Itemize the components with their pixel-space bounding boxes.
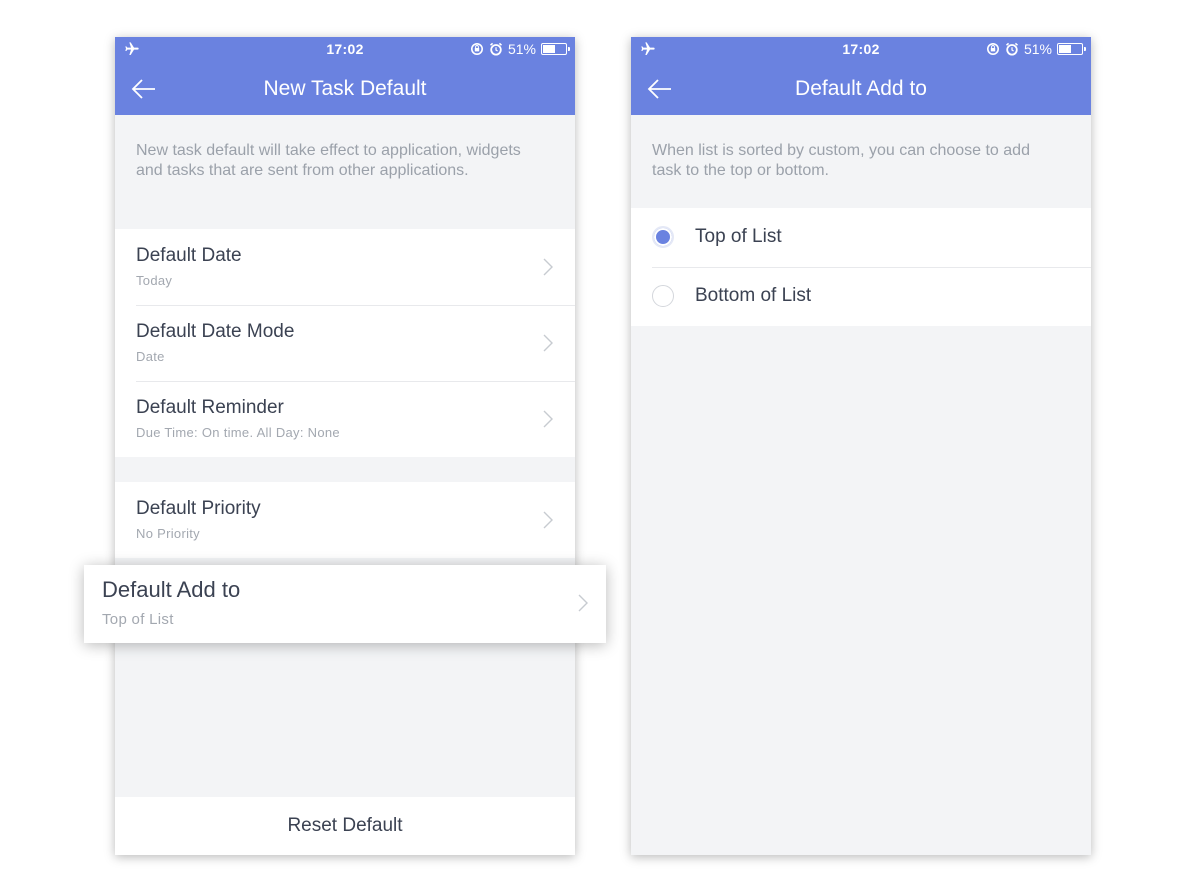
default-add-to-row[interactable]: Default Add to Top of List — [84, 565, 606, 643]
battery-fill — [543, 45, 556, 53]
row-value: No Priority — [136, 526, 200, 541]
default-add-to-screen: 17:02 51% Default Add to When list is so… — [631, 37, 1091, 855]
settings-group-2: Default Priority No Priority — [115, 482, 575, 558]
radio-button[interactable] — [652, 226, 674, 248]
row-title: Default Add to — [102, 577, 241, 602]
radio-button[interactable] — [652, 285, 674, 307]
row-title: Default Reminder — [136, 397, 284, 418]
status-right: 51% — [470, 41, 570, 57]
app-bar: 17:02 51% Default Add to — [631, 37, 1091, 115]
chevron-right-icon — [543, 334, 553, 352]
chevron-right-icon — [543, 410, 553, 428]
row-value: Today — [136, 273, 173, 288]
app-bar: 17:02 51% New Task Default — [115, 37, 575, 115]
page-title: New Task Default — [263, 77, 427, 100]
chevron-right-icon — [543, 258, 553, 276]
options-group: Top of List Bottom of List — [631, 208, 1091, 326]
rotation-lock-icon — [986, 43, 999, 55]
battery-percent: 51% — [507, 41, 536, 57]
status-bar: 17:02 51% — [631, 37, 1091, 61]
option-label: Bottom of List — [695, 285, 812, 306]
default-priority-row[interactable]: Default Priority No Priority — [115, 482, 575, 558]
default-date-mode-row[interactable]: Default Date Mode Date — [115, 305, 575, 381]
option-label: Top of List — [695, 226, 782, 247]
default-date-row[interactable]: Default Date Today — [115, 229, 575, 305]
rotation-lock-icon — [470, 43, 483, 55]
battery-percent: 51% — [1023, 41, 1052, 57]
battery-icon — [1057, 43, 1086, 55]
row-value: Due Time: On time. All Day: None — [136, 425, 340, 440]
row-value: Date — [136, 349, 165, 364]
row-title: Default Date — [136, 245, 242, 266]
default-reminder-row[interactable]: Default Reminder Due Time: On time. All … — [115, 381, 575, 457]
alarm-icon — [489, 42, 502, 56]
description-text: New task default will take effect to app… — [136, 142, 521, 179]
battery-icon — [541, 43, 570, 55]
chevron-right-icon — [578, 594, 588, 612]
new-task-default-screen: 17:02 51% New Task Default New task defa… — [115, 37, 575, 855]
page-title: Default Add to — [795, 77, 927, 100]
reset-default-button[interactable]: Reset Default — [115, 797, 575, 855]
option-top-of-list[interactable]: Top of List — [631, 208, 1091, 267]
chevron-right-icon — [543, 511, 553, 529]
description-text: When list is sorted by custom, you can c… — [652, 142, 1030, 179]
row-value: Top of List — [102, 611, 174, 628]
row-title: Default Date Mode — [136, 321, 295, 342]
row-title: Default Priority — [136, 498, 261, 519]
battery-fill — [1059, 45, 1072, 53]
status-right: 51% — [986, 41, 1086, 57]
status-bar: 17:02 51% — [115, 37, 575, 61]
settings-group: Default Date Today Default Date Mode Dat… — [115, 229, 575, 457]
option-bottom-of-list[interactable]: Bottom of List — [631, 267, 1091, 326]
alarm-icon — [1005, 42, 1018, 56]
